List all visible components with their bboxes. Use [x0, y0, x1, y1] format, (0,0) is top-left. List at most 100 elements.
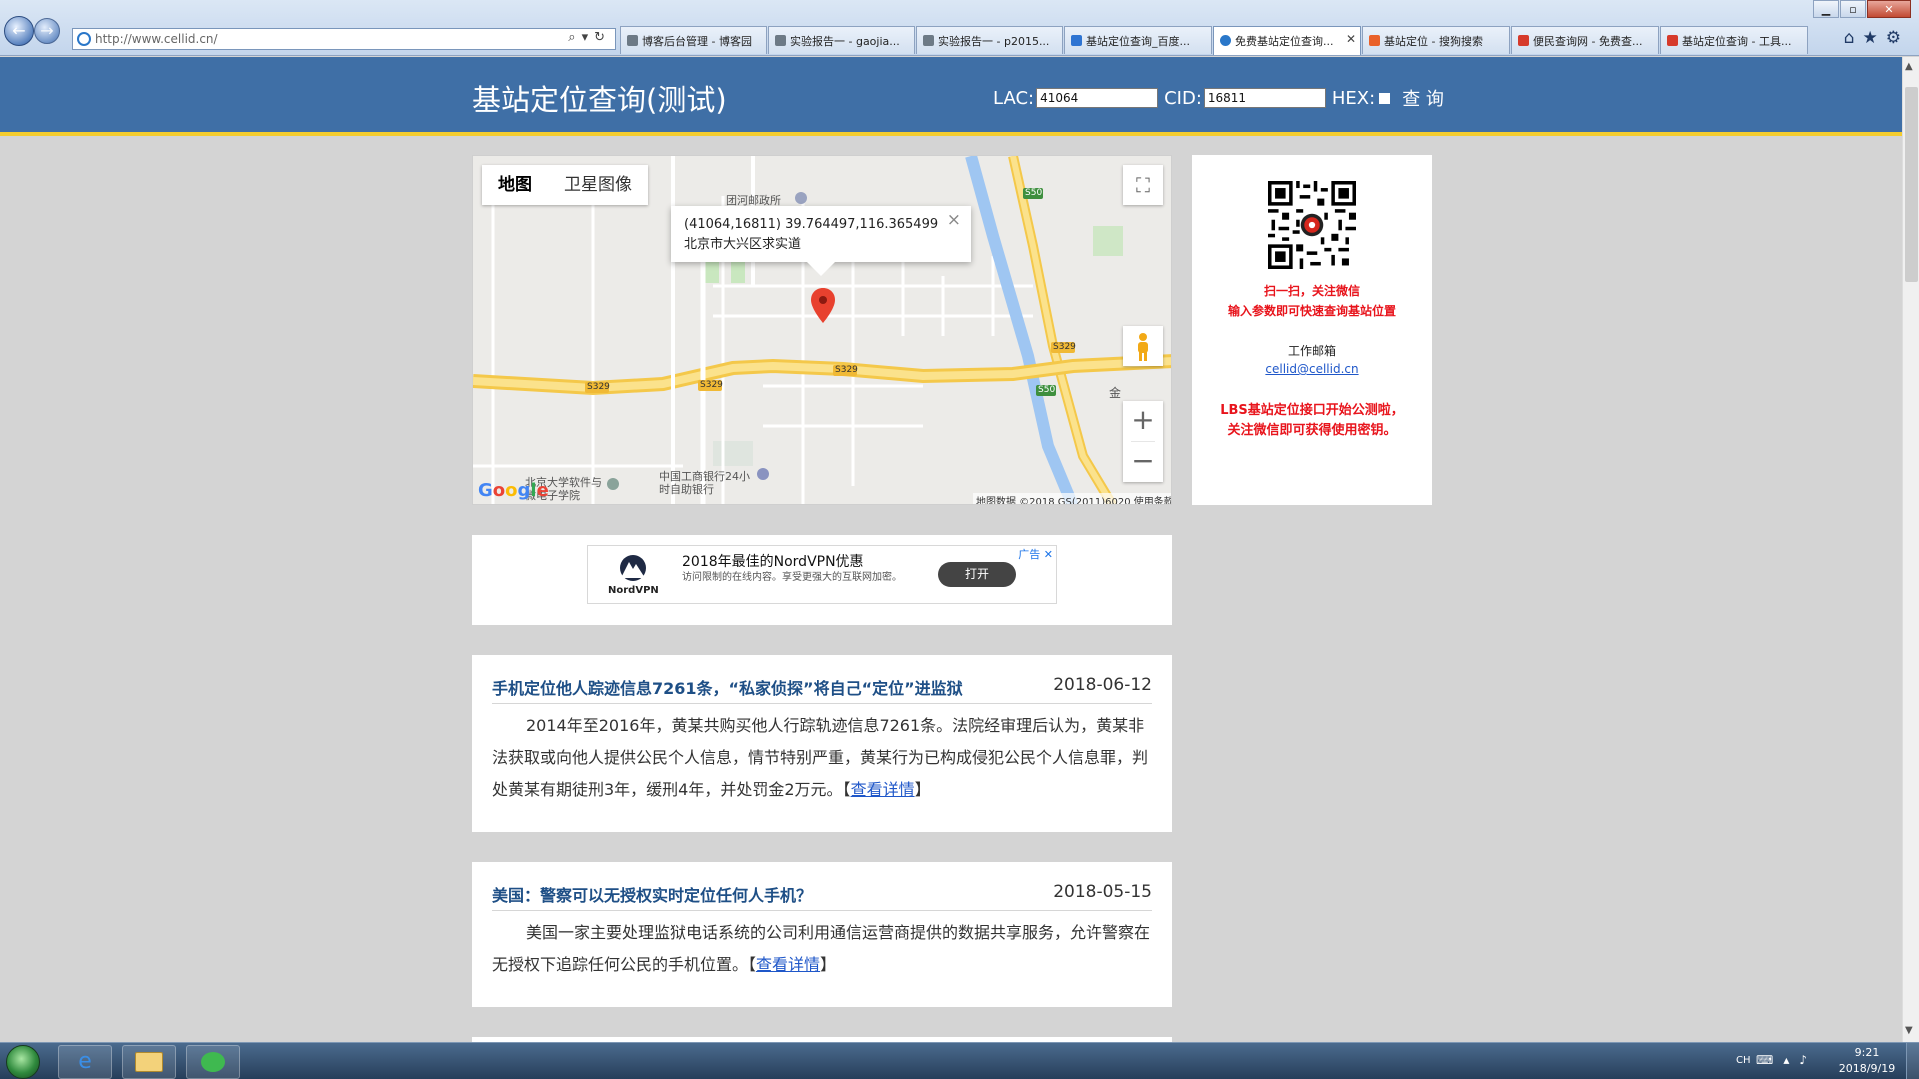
maximize-button[interactable]: ▫: [1840, 0, 1866, 18]
sidebar-scan-line2: 输入参数即可快速查询基站位置: [1227, 304, 1396, 318]
map-panel[interactable]: 团河邮政所 S50 S50 S329 S329 S329 S329 中国工商银行…: [472, 155, 1172, 505]
address-bar[interactable]: ⌕▾↻: [72, 28, 616, 50]
scroll-down-icon[interactable]: ▼: [1905, 1025, 1913, 1036]
tools-gear-icon[interactable]: ⚙: [1886, 28, 1909, 48]
close-button[interactable]: ✕: [1867, 0, 1911, 18]
zoom-out-button[interactable]: −: [1123, 442, 1163, 482]
volume-icon[interactable]: ♪: [1799, 1053, 1817, 1067]
tab-sogou[interactable]: 基站定位 - 搜狗搜索: [1362, 26, 1510, 54]
fullscreen-button[interactable]: ⛶: [1123, 165, 1163, 205]
taskbar-ie-button[interactable]: e: [58, 1045, 112, 1079]
map-marker-svg: [811, 288, 835, 323]
ad-close-icon[interactable]: ✕: [1044, 548, 1053, 561]
show-hidden-icon[interactable]: ▴: [1783, 1053, 1799, 1067]
news-title-link[interactable]: 手机定位他人踪迹信息7261条，“私家侦探”将自己“定位”进监狱: [492, 675, 963, 699]
tab-favicon-icon: [1667, 35, 1678, 46]
map-label-s329-c: S329: [835, 365, 858, 375]
tab-label: 便民查询网 - 免费查...: [1533, 35, 1643, 48]
sidebar-email-link[interactable]: cellid@cellid.cn: [1192, 362, 1432, 376]
keyboard-icon[interactable]: ⌨: [1756, 1053, 1783, 1067]
scroll-thumb[interactable]: [1905, 87, 1918, 282]
minimize-button[interactable]: ▁: [1813, 0, 1839, 18]
map-type-map-button[interactable]: 地图: [482, 165, 548, 205]
map-label-s50: S50: [1025, 188, 1043, 198]
map-label-s329-b: S329: [700, 380, 723, 390]
tab-cellid-active[interactable]: 免费基站定位查询... ✕: [1213, 26, 1361, 55]
info-address: 北京市大兴区求实道: [684, 237, 802, 252]
news-date: 2018-06-12: [1053, 675, 1152, 695]
clock-time: 9:21: [1854, 1046, 1880, 1059]
news-summary: 2014年至2016年，黄某共购买他人行踪轨迹信息7261条。法院经审理后认为，…: [492, 710, 1152, 806]
ad-logo-text: NordVPN: [608, 585, 659, 596]
location-pin-icon[interactable]: [811, 288, 835, 327]
bracket-close: 】: [820, 955, 837, 974]
news-header: 美国：警察可以无授权实时定位任何人手机？ 2018-05-15: [492, 882, 1152, 911]
show-desktop-button[interactable]: [1906, 1043, 1919, 1079]
map-type-satellite-button[interactable]: 卫星图像: [548, 165, 648, 205]
news-card: 美国：警察可以无授权实时定位任何人手机？ 2018-05-15 美国一家主要处理…: [472, 862, 1172, 1007]
cid-input[interactable]: [1203, 88, 1326, 108]
zoom-in-button[interactable]: +: [1123, 401, 1163, 441]
news-summary-text: 2014年至2016年，黄某共购买他人行踪轨迹信息7261条。法院经审理后认为，…: [492, 716, 1149, 799]
site-header: 基站定位查询(测试) LAC: CID: HEX: 查 询: [0, 57, 1902, 136]
windows-taskbar: e CH ⌨▴♪ 9:21 2018/9/19: [0, 1042, 1919, 1079]
system-clock[interactable]: 9:21 2018/9/19: [1834, 1045, 1900, 1077]
ad-open-button[interactable]: 打开: [938, 562, 1016, 587]
tab-bianmin[interactable]: 便民查询网 - 免费查...: [1511, 26, 1659, 54]
refresh-icon[interactable]: ↻: [594, 30, 611, 45]
news-date: 2018-05-15: [1053, 882, 1152, 902]
tab-label: 实验报告一 - p2015...: [938, 35, 1050, 48]
news-title-link[interactable]: 美国：警察可以无授权实时定位任何人手机？: [492, 882, 812, 906]
tab-report-2[interactable]: 实验报告一 - p2015...: [916, 26, 1063, 54]
fullscreen-icon: ⛶: [1136, 173, 1150, 197]
info-close-icon[interactable]: ×: [947, 210, 961, 230]
tab-tool[interactable]: 基站定位查询 - 工具...: [1660, 26, 1808, 54]
browser-chrome: ← → ⌕▾↻ 博客后台管理 - 博客园 实验报告一 - gaojia... 实…: [0, 0, 1919, 56]
taskbar-wechat-button[interactable]: [186, 1045, 240, 1079]
scroll-up-icon[interactable]: ▲: [1905, 61, 1913, 72]
map-attribution: 地图数据 ©2018 GS(2011)6020 使用条款: [973, 493, 1171, 504]
wechat-qr-code: [1268, 181, 1356, 269]
tab-label: 实验报告一 - gaojia...: [790, 35, 900, 48]
chevron-down-icon[interactable]: ▾: [582, 30, 595, 45]
query-button[interactable]: 查 询: [1402, 85, 1444, 111]
read-more-link[interactable]: 查看详情: [851, 780, 915, 799]
read-more-link[interactable]: 查看详情: [756, 955, 820, 974]
map-label-s329-d: S329: [1053, 342, 1076, 352]
tab-label: 免费基站定位查询...: [1235, 35, 1334, 48]
map-type-toggle: 地图 卫星图像: [482, 165, 648, 205]
map-label-jin: 金: [1109, 386, 1122, 400]
tab-report-1[interactable]: 实验报告一 - gaojia...: [768, 26, 915, 54]
tab-favicon-icon: [1220, 35, 1231, 46]
favorites-star-icon[interactable]: ★: [1863, 28, 1886, 48]
back-button[interactable]: ←: [4, 16, 34, 46]
tab-favicon-icon: [1369, 35, 1380, 46]
map-label-bank: 中国工商银行24小时自助银行: [659, 470, 750, 496]
tab-blog-admin[interactable]: 博客后台管理 - 博客园: [620, 26, 767, 54]
ad-container: NordVPN 2018年最佳的NordVPN优惠 访问限制的在线内容。享受更强…: [472, 535, 1172, 625]
ad-title: 2018年最佳的NordVPN优惠: [682, 554, 864, 570]
home-icon[interactable]: ⌂: [1844, 28, 1863, 48]
tray-language[interactable]: CH: [1736, 1055, 1751, 1066]
tab-close-icon[interactable]: ✕: [1346, 32, 1356, 46]
cid-label: CID:: [1164, 87, 1202, 109]
lac-input[interactable]: [1036, 88, 1159, 108]
ad-description: 访问限制的在线内容。享受更强大的互联网加密。: [682, 572, 902, 583]
window-controls: ▁ ▫ ✕: [1812, 0, 1911, 18]
url-input[interactable]: [95, 31, 535, 47]
pegman-icon: [1138, 333, 1148, 361]
browser-toolbar-icons: ⌂★⚙: [1844, 28, 1909, 48]
bracket-open: 【: [842, 780, 851, 799]
start-button[interactable]: [6, 1045, 40, 1079]
nordvpn-ad[interactable]: NordVPN 2018年最佳的NordVPN优惠 访问限制的在线内容。享受更强…: [587, 545, 1057, 604]
address-tools: ⌕▾↻: [568, 30, 611, 45]
tab-baidu[interactable]: 基站定位查询_百度...: [1064, 26, 1212, 54]
taskbar-explorer-button[interactable]: [122, 1045, 176, 1079]
ad-badge[interactable]: 广告 ✕: [1018, 546, 1053, 562]
street-view-pegman[interactable]: [1123, 326, 1163, 366]
hex-checkbox[interactable]: [1379, 92, 1391, 104]
page-scrollbar[interactable]: ▲ ▼: [1902, 57, 1919, 1042]
forward-button[interactable]: →: [34, 18, 60, 44]
tab-strip: 博客后台管理 - 博客园 实验报告一 - gaojia... 实验报告一 - p…: [620, 26, 1809, 55]
search-icon[interactable]: ⌕: [568, 30, 581, 45]
